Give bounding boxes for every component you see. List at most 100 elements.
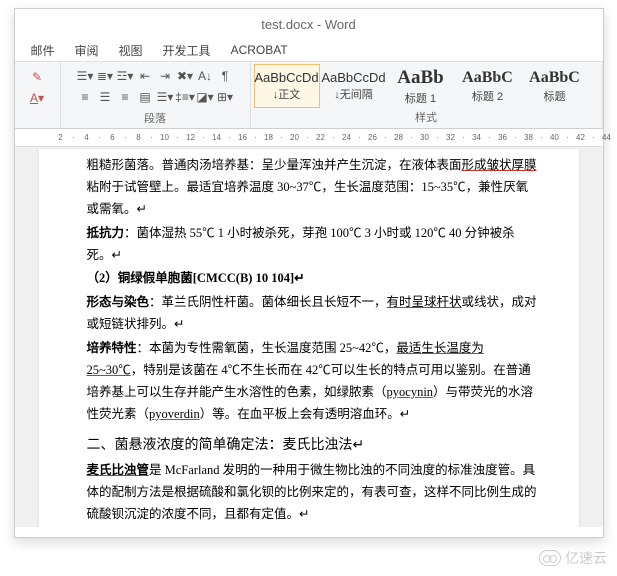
ruler-tick: 42	[575, 133, 587, 142]
ruler-tick: 26	[367, 133, 379, 142]
ruler-tick: 12	[185, 133, 197, 142]
heading-bacteria2: （2）铜绿假单胞菌[CMCC(B) 10 104]↵	[87, 268, 539, 290]
section-title-2: 二、菌悬液浓度的简单确定法：麦氏比浊法↵	[87, 434, 539, 459]
align-center-icon[interactable]: ☰	[96, 88, 114, 106]
ruler-tick: 4	[81, 133, 93, 142]
line-spacing-icon[interactable]: ‡≡▾	[176, 88, 194, 106]
align-left-icon[interactable]: ≡	[76, 88, 94, 106]
bold-label: 培养特性	[87, 341, 137, 355]
ruler-tick: 40	[549, 133, 561, 142]
bold-underline: 麦氏比浊管	[87, 463, 150, 477]
ruler-tick: ·	[120, 133, 132, 142]
format-painter-icon[interactable]: ✎	[28, 68, 46, 86]
window-title: test.docx - Word	[261, 17, 355, 32]
style-nospacing[interactable]: AaBbCcDd ↓无间隔	[321, 64, 387, 108]
tab-acrobat[interactable]: ACROBAT	[221, 41, 298, 59]
paragraph-group: ☰▾ ≣▾ ☲▾ ⇤ ⇥ ✖▾ A↓ ¶ ≡ ☰ ≡ ▤ ☰▾ ‡≡▾ ◪▾	[61, 62, 251, 128]
document-area[interactable]: 粗糙形菌落。普通肉汤培养基：呈少量浑浊并产生沉淀，在液体表面形成皱状厚膜粘附于试…	[15, 147, 603, 527]
ruler-tick: ·	[328, 133, 340, 142]
distribute-icon[interactable]: ☰▾	[156, 88, 174, 106]
ribbon: ✎ A▾ ☰▾ ≣▾ ☲▾ ⇤ ⇥ ✖▾ A↓ ¶ ≡ ☰	[15, 61, 603, 129]
word-window: test.docx - Word 邮件 审阅 视图 开发工具 ACROBAT ✎…	[14, 8, 604, 538]
ruler-tick: 10	[159, 133, 171, 142]
ruler-tick: 28	[393, 133, 405, 142]
ruler-tick: ·	[224, 133, 236, 142]
style-heading2[interactable]: AaBbC 标题 2	[455, 64, 521, 108]
show-marks-icon[interactable]: ¶	[216, 67, 234, 85]
style-sample: AaBbCcDd	[254, 70, 318, 85]
ruler-tick: 6	[107, 133, 119, 142]
increase-indent-icon[interactable]: ⇥	[156, 67, 174, 85]
ruler-tick: ·	[536, 133, 548, 142]
ruler-tick: 36	[497, 133, 509, 142]
styles-label: 样式	[254, 108, 599, 126]
style-sample: AaBb	[397, 67, 443, 89]
ruler-tick: 32	[445, 133, 457, 142]
ruler-tick: ·	[94, 133, 106, 142]
tab-review[interactable]: 审阅	[65, 40, 109, 61]
borders-icon[interactable]: ⊞▾	[216, 88, 234, 106]
justify-icon[interactable]: ▤	[136, 88, 154, 106]
ruler-tick: ·	[458, 133, 470, 142]
ruler-tick: 34	[471, 133, 483, 142]
style-sample: AaBbCcDd	[321, 70, 385, 85]
para-mcfarland: 麦氏比浊管是 McFarland 发明的一种用于微生物比浊的不同浊度的标准浊度管…	[87, 460, 539, 526]
ruler-tick: 14	[211, 133, 223, 142]
ruler-tick: 16	[237, 133, 249, 142]
ruler-tick: ·	[432, 133, 444, 142]
multilevel-icon[interactable]: ☲▾	[116, 67, 134, 85]
ruler-tick: 18	[263, 133, 275, 142]
ruler-tick: ·	[172, 133, 184, 142]
ruler-tick: ·	[146, 133, 158, 142]
ruler-tick: ·	[562, 133, 574, 142]
ruler-tick: ·	[484, 133, 496, 142]
ruler-tick: 2	[55, 133, 67, 142]
shading-icon[interactable]: ◪▾	[196, 88, 214, 106]
ruler-tick: 22	[315, 133, 327, 142]
style-sample: AaBbC	[529, 69, 580, 87]
ruler-tick: 44	[601, 133, 613, 142]
style-title[interactable]: AaBbC 标题	[522, 64, 588, 108]
ruler-ticks: 2·4·6·8·10·12·14·16·18·20·22·24·26·28·30…	[55, 133, 613, 142]
ruler-tick: ·	[276, 133, 288, 142]
ruler-tick: 8	[133, 133, 145, 142]
watermark-text: 亿速云	[565, 548, 607, 568]
bold-label: 形态与染色	[87, 295, 150, 309]
align-right-icon[interactable]: ≡	[116, 88, 134, 106]
ruler[interactable]: 2·4·6·8·10·12·14·16·18·20·22·24·26·28·30…	[15, 129, 603, 147]
ruler-tick: ·	[406, 133, 418, 142]
ruler-tick: 24	[341, 133, 353, 142]
underline-text: pyoverdin	[149, 407, 200, 421]
para-culture: 粗糙形菌落。普通肉汤培养基：呈少量浑浊并产生沉淀，在液体表面形成皱状厚膜粘附于试…	[87, 155, 539, 221]
ruler-tick: ·	[510, 133, 522, 142]
numbering-icon[interactable]: ≣▾	[96, 67, 114, 85]
ribbon-tabs: 邮件 审阅 视图 开发工具 ACROBAT	[15, 39, 603, 61]
sort-icon[interactable]: A↓	[196, 67, 214, 85]
font-color-icon[interactable]: A▾	[28, 89, 46, 107]
style-normal[interactable]: AaBbCcDd ↓正文	[254, 64, 320, 108]
tab-developer[interactable]: 开发工具	[153, 40, 221, 61]
ruler-tick: ·	[354, 133, 366, 142]
ruler-tick: ·	[250, 133, 262, 142]
page[interactable]: 粗糙形菌落。普通肉汤培养基：呈少量浑浊并产生沉淀，在液体表面形成皱状厚膜粘附于试…	[39, 149, 579, 527]
ruler-tick: 38	[523, 133, 535, 142]
style-name: ↓正文	[273, 86, 301, 102]
styles-group: AaBbCcDd ↓正文 AaBbCcDd ↓无间隔 AaBb 标题 1 AaB…	[251, 62, 603, 128]
ruler-tick: ·	[68, 133, 80, 142]
style-name: 标题 1	[405, 90, 436, 106]
underline-text: 有时呈球杆状	[387, 295, 462, 309]
style-name: 标题	[544, 88, 566, 104]
tab-mail[interactable]: 邮件	[21, 40, 65, 61]
paragraph-label: 段落	[64, 109, 247, 127]
bullets-icon[interactable]: ☰▾	[76, 67, 94, 85]
ruler-tick: 20	[289, 133, 301, 142]
title-bar: test.docx - Word	[15, 9, 603, 39]
text-direction-icon[interactable]: ✖▾	[176, 67, 194, 85]
decrease-indent-icon[interactable]: ⇤	[136, 67, 154, 85]
style-heading1[interactable]: AaBb 标题 1	[388, 64, 454, 108]
ruler-tick: ·	[588, 133, 600, 142]
para-morphology: 形态与染色：革兰氏阴性杆菌。菌体细长且长短不一，有时呈球杆状或线状，成对或短链状…	[87, 292, 539, 336]
watermark: 亿速云	[539, 548, 607, 568]
tab-view[interactable]: 视图	[109, 40, 153, 61]
para-resistance: 抵抗力：菌体湿热 55℃ 1 小时被杀死，芽孢 100℃ 3 小时或 120℃ …	[87, 223, 539, 267]
